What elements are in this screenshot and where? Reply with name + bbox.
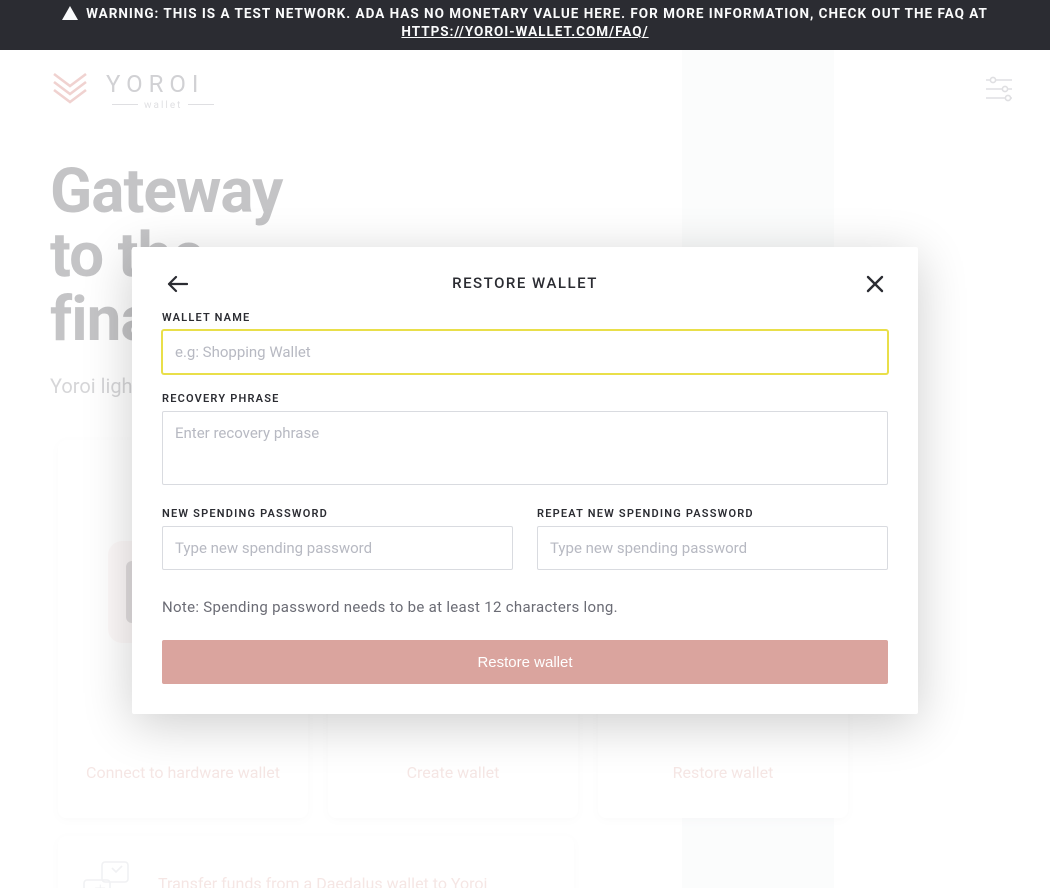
modal-overlay: RESTORE WALLET WALLET NAME RECOVERY PHRA… xyxy=(0,50,1050,888)
new-password-label: NEW SPENDING PASSWORD xyxy=(162,507,513,520)
wallet-name-label: WALLET NAME xyxy=(162,311,888,324)
restore-wallet-modal: RESTORE WALLET WALLET NAME RECOVERY PHRA… xyxy=(132,247,918,714)
restore-wallet-button[interactable]: Restore wallet xyxy=(162,640,888,684)
wallet-name-input[interactable] xyxy=(162,330,888,374)
banner-text: WARNING: THIS IS A TEST NETWORK. ADA HAS… xyxy=(86,6,988,22)
repeat-password-input[interactable] xyxy=(537,526,888,570)
test-network-banner: WARNING: THIS IS A TEST NETWORK. ADA HAS… xyxy=(0,0,1050,50)
faq-link[interactable]: HTTPS://YOROI-WALLET.COM/FAQ/ xyxy=(401,24,648,40)
password-note: Note: Spending password needs to be at l… xyxy=(162,598,888,616)
repeat-password-label: REPEAT NEW SPENDING PASSWORD xyxy=(537,507,888,520)
recovery-phrase-input[interactable] xyxy=(162,411,888,485)
modal-title: RESTORE WALLET xyxy=(452,274,598,292)
recovery-phrase-label: RECOVERY PHRASE xyxy=(162,392,888,405)
warning-icon xyxy=(62,6,78,24)
back-button[interactable] xyxy=(162,271,192,300)
new-password-input[interactable] xyxy=(162,526,513,570)
close-button[interactable] xyxy=(862,271,888,300)
